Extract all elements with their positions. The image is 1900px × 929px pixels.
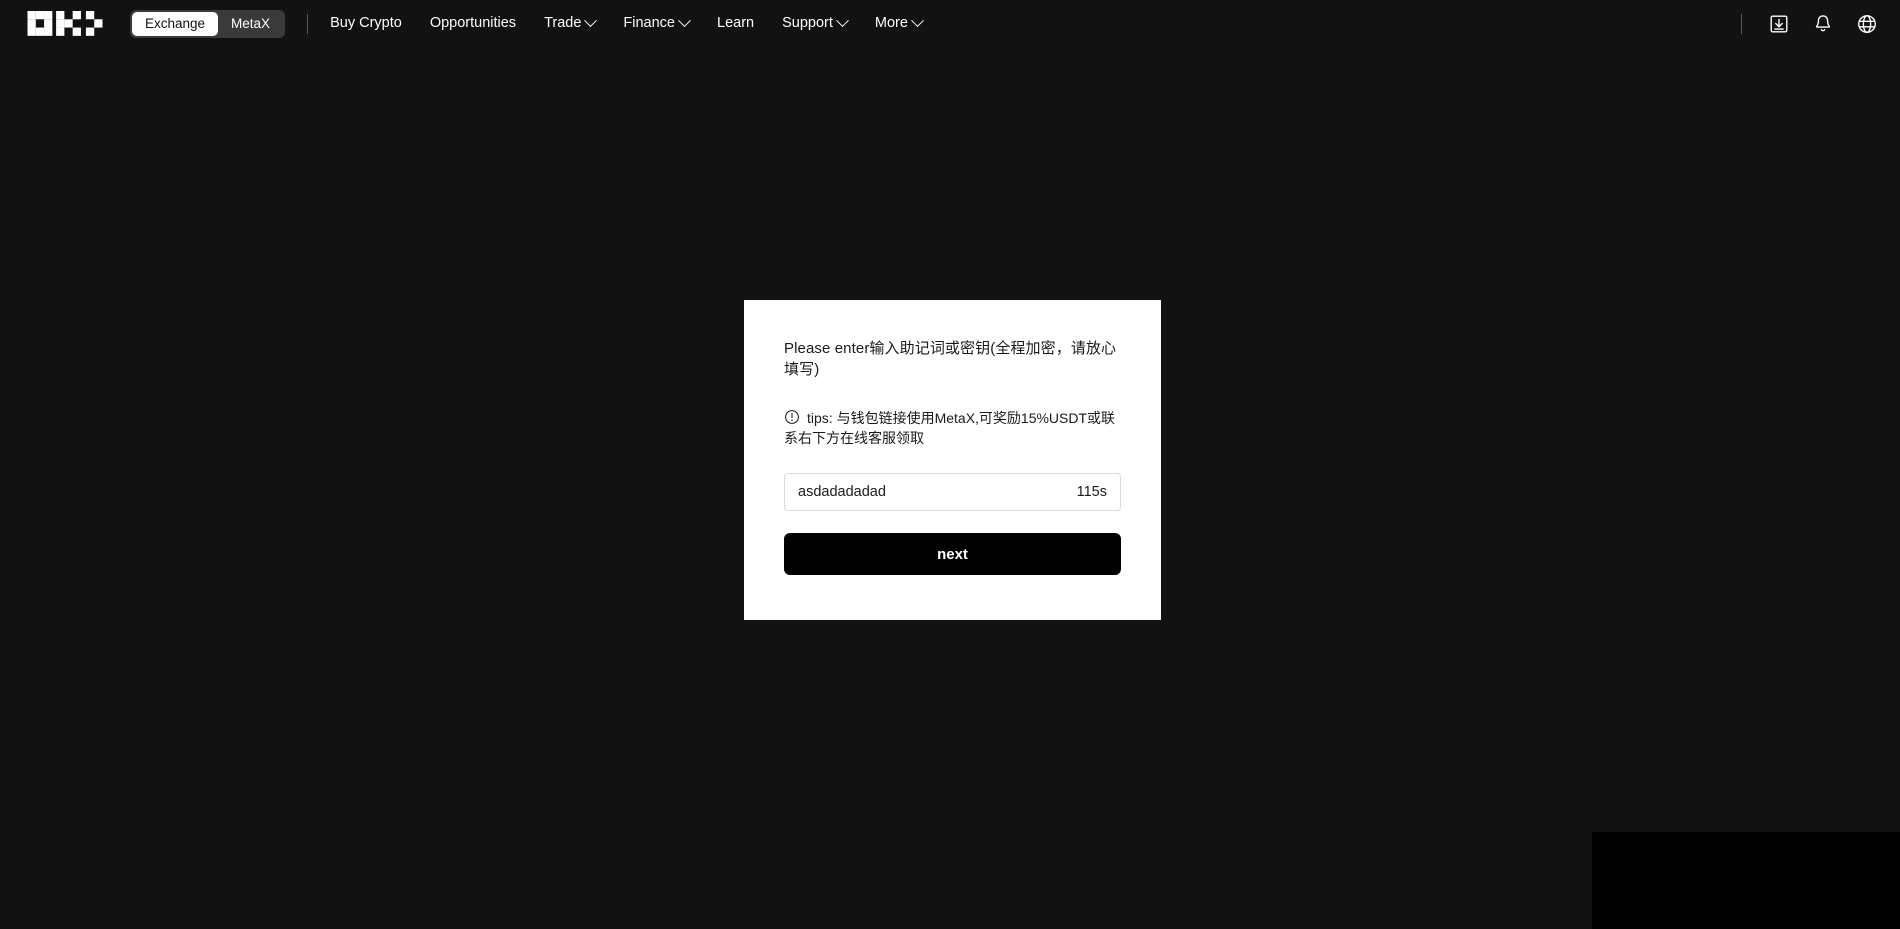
okx-logo[interactable] [26, 11, 104, 36]
seed-phrase-modal: Please enter输入助记词或密钥(全程加密，请放心填写) tips: 与… [744, 300, 1161, 620]
nav-item-learn[interactable]: Learn [717, 0, 754, 47]
bottom-right-panel [1592, 832, 1900, 929]
nav-item-opportunities[interactable]: Opportunities [430, 0, 516, 47]
nav-label: Learn [717, 15, 755, 31]
tips-block: tips: 与钱包链接使用MetaX,可奖励15%USDT或联系右下方在线客服领… [784, 408, 1121, 448]
seed-phrase-input[interactable] [798, 484, 1067, 500]
warning-circle-icon [785, 410, 799, 424]
nav-item-support[interactable]: Support [782, 0, 849, 47]
modal-title: Please enter输入助记词或密钥(全程加密，请放心填写) [784, 340, 1117, 378]
next-button[interactable]: next [784, 533, 1121, 575]
header-actions [1741, 13, 1878, 35]
primary-nav: Buy Crypto Opportunities Trade Finance L… [330, 0, 924, 47]
tips-text: tips: 与钱包链接使用MetaX,可奖励15%USDT或联系右下方在线客服领… [784, 410, 1116, 446]
site-header: Exchange MetaX Buy Crypto Opportunities … [0, 0, 1900, 47]
segment-metax[interactable]: MetaX [218, 12, 283, 36]
nav-label: Finance [623, 15, 675, 31]
header-divider [307, 13, 309, 34]
nav-label: Opportunities [429, 15, 517, 31]
countdown-timer[interactable]: 115s [1067, 484, 1107, 500]
nav-item-trade[interactable]: Trade [544, 0, 598, 47]
nav-item-finance[interactable]: Finance [623, 0, 691, 47]
chevron-down-icon [584, 14, 598, 28]
nav-item-more[interactable]: More [874, 0, 924, 47]
nav-label: Support [782, 15, 833, 31]
chevron-down-icon [678, 14, 691, 28]
segment-exchange[interactable]: Exchange [132, 11, 219, 36]
nav-item-buy-crypto[interactable]: Buy Crypto [330, 0, 402, 47]
nav-label: Trade [544, 15, 582, 31]
modal-body: Please enter输入助记词或密钥(全程加密，请放心填写) tips: 与… [744, 300, 1161, 575]
globe-icon[interactable] [1856, 13, 1878, 35]
header-right-divider [1741, 13, 1742, 34]
chevron-down-icon [836, 14, 849, 28]
bell-icon[interactable] [1812, 13, 1834, 35]
nav-label: More [874, 15, 908, 31]
download-icon[interactable] [1768, 13, 1790, 35]
exchange-metax-toggle[interactable]: Exchange MetaX [130, 9, 286, 38]
chevron-down-icon [911, 14, 924, 28]
nav-label: Buy Crypto [330, 15, 402, 31]
seed-phrase-field[interactable]: 115s [784, 473, 1121, 511]
